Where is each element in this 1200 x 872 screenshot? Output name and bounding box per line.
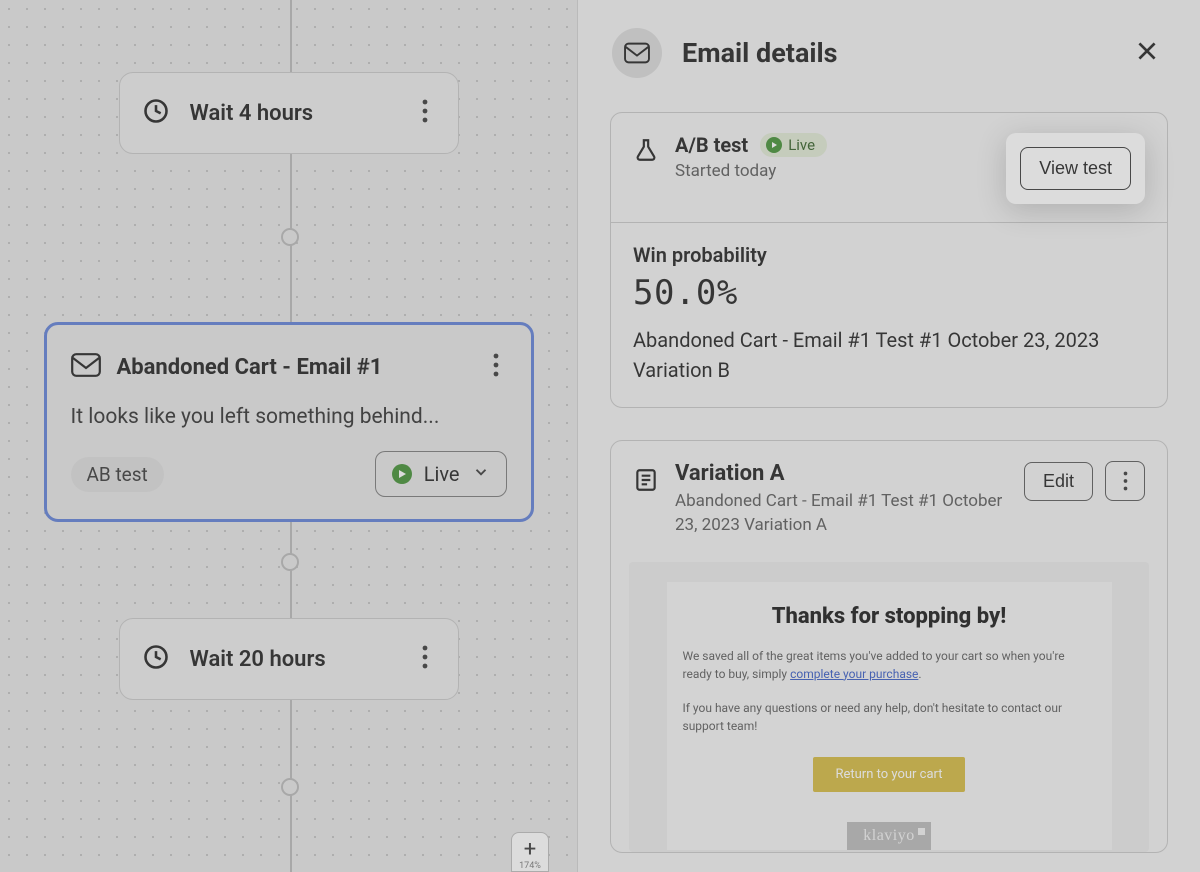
win-probability-label: Win probability (633, 243, 1145, 267)
preview-paragraph-1: We saved all of the great items you've a… (683, 647, 1096, 683)
email-details-panel: Email details A/B test Live Started toda… (578, 0, 1200, 872)
complete-purchase-link[interactable]: complete your purchase (790, 667, 918, 681)
wait-label: Wait 20 hours (190, 647, 394, 672)
clock-icon (142, 97, 170, 129)
status-label: Live (424, 462, 460, 486)
ab-test-card: A/B test Live Started today View test Wi… (610, 112, 1168, 408)
ab-test-started: Started today (675, 161, 990, 181)
wait-label: Wait 4 hours (190, 101, 394, 126)
panel-title: Email details (682, 37, 838, 69)
flow-node-dot[interactable] (281, 228, 299, 246)
flow-canvas[interactable]: Wait 4 hours Abandoned Cart - Email #1 I… (0, 0, 578, 872)
view-test-highlight: View test (1006, 133, 1145, 204)
edit-button[interactable]: Edit (1024, 462, 1093, 501)
ab-test-title: A/B test (675, 133, 748, 157)
status-badge: Live (760, 133, 827, 157)
zoom-percentage: 174% (519, 861, 541, 871)
chevron-down-icon (472, 463, 490, 485)
preview-heading: Thanks for stopping by! (683, 604, 1096, 629)
variation-menu-button[interactable] (1105, 461, 1145, 501)
clock-icon (142, 643, 170, 675)
close-button[interactable] (1128, 32, 1166, 74)
envelope-icon (612, 28, 662, 78)
play-icon (392, 464, 412, 484)
wait-node-20h[interactable]: Wait 20 hours (119, 618, 459, 700)
email-node-menu-button[interactable] (485, 347, 507, 387)
status-dropdown[interactable]: Live (375, 451, 507, 497)
variation-a-card: Variation A Abandoned Cart - Email #1 Te… (610, 440, 1168, 853)
play-icon (766, 137, 782, 153)
ab-test-tag: AB test (71, 457, 164, 492)
variation-subtitle: Abandoned Cart - Email #1 Test #1 Octobe… (675, 490, 1008, 538)
document-icon (633, 467, 659, 497)
zoom-controls[interactable]: + 174% (511, 832, 549, 872)
preview-cta-button[interactable]: Return to your cart (813, 757, 964, 792)
leading-variation-text: Abandoned Cart - Email #1 Test #1 Octobe… (633, 325, 1145, 385)
zoom-in-icon[interactable]: + (524, 839, 536, 861)
email-node-subject: It looks like you left something behind.… (71, 405, 507, 429)
variation-title: Variation A (675, 461, 1008, 486)
flask-icon (633, 133, 659, 167)
preview-paragraph-2: If you have any questions or need any he… (683, 699, 1096, 735)
win-probability-value: 50.0% (633, 273, 1145, 313)
flow-node-dot[interactable] (281, 553, 299, 571)
flow-node-dot[interactable] (281, 778, 299, 796)
email-node-abandoned-cart-1[interactable]: Abandoned Cart - Email #1 It looks like … (44, 322, 534, 522)
wait-node-menu-button[interactable] (414, 93, 436, 133)
klaviyo-brand-badge: klaviyo (847, 822, 931, 850)
email-node-title: Abandoned Cart - Email #1 (117, 355, 469, 380)
wait-node-4h[interactable]: Wait 4 hours (119, 72, 459, 154)
view-test-button[interactable]: View test (1020, 147, 1131, 190)
status-text: Live (788, 136, 815, 154)
wait-node-menu-button[interactable] (414, 639, 436, 679)
envelope-icon (71, 353, 101, 381)
email-preview: Thanks for stopping by! We saved all of … (629, 562, 1149, 852)
